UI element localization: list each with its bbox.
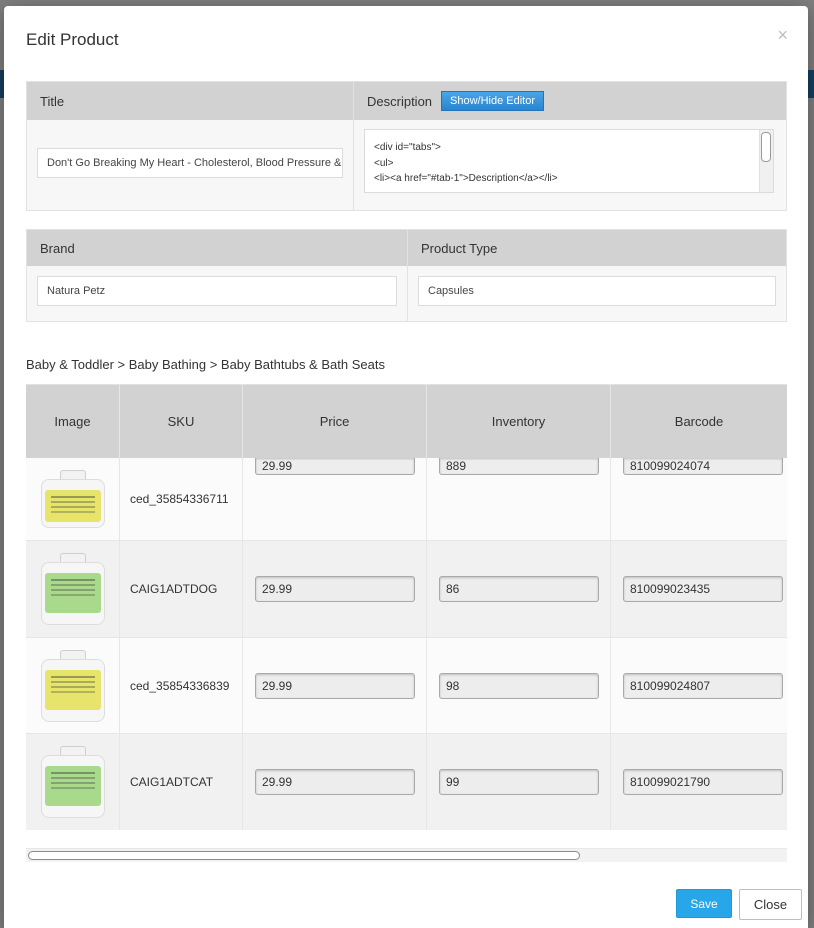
table-row: CAIG1ADTDOG 29.99 86 810099023435	[26, 541, 787, 638]
description-column-header: Description Show/Hide Editor	[354, 82, 786, 120]
details-panel: Title Description Show/Hide Editor Don't…	[26, 81, 787, 211]
description-label: Description	[367, 93, 433, 109]
price-input[interactable]: 29.99	[255, 672, 415, 699]
edit-product-modal: Edit Product × Title Description Show/Hi…	[4, 6, 808, 928]
brand-label: Brand	[40, 240, 75, 256]
category-breadcrumb: Baby & Toddler > Baby Bathing > Baby Bat…	[26, 357, 385, 372]
barcode-input[interactable]: 810099024074	[623, 458, 783, 475]
price-cell: 29.99	[243, 458, 427, 540]
details-header: Title Description Show/Hide Editor	[27, 82, 786, 120]
description-line: <li><a href="#tab-1">Description</a></li…	[374, 173, 558, 184]
inventory-cell: 99	[427, 734, 611, 830]
inventory-input[interactable]: 889	[439, 458, 599, 475]
variants-table-header: Image SKU Price Inventory Barcode	[26, 385, 787, 458]
variants-table-body: ced_35854336711 29.99 889 810099024074 C…	[26, 458, 787, 830]
barcode-cell: 810099024074	[611, 458, 787, 540]
variants-table: Image SKU Price Inventory Barcode ced_35…	[26, 384, 787, 830]
barcode-input[interactable]: 810099024807	[623, 672, 783, 699]
column-header-barcode: Barcode	[674, 414, 724, 429]
sku-text: ced_35854336711	[130, 492, 229, 506]
sku-cell: ced_35854336839	[120, 638, 243, 733]
details-body: Don't Go Breaking My Heart - Cholesterol…	[27, 120, 786, 210]
inventory-cell: 889	[427, 458, 611, 540]
product-type-cell: Capsules	[408, 266, 786, 321]
title-cell: Don't Go Breaking My Heart - Cholesterol…	[27, 120, 354, 210]
product-type-input[interactable]: Capsules	[418, 276, 776, 306]
product-image	[37, 553, 109, 625]
price-cell: 29.99	[243, 638, 427, 733]
barcode-input[interactable]: 810099023435	[623, 576, 783, 602]
sku-cell: CAIG1ADTDOG	[120, 541, 243, 637]
sku-cell: ced_35854336711	[120, 458, 243, 540]
column-header-sku: SKU	[120, 385, 243, 458]
save-button[interactable]: Save	[676, 889, 732, 918]
table-horizontal-scrollbar[interactable]	[26, 848, 787, 862]
inventory-cell: 86	[427, 541, 611, 637]
inventory-input[interactable]: 86	[439, 576, 599, 602]
close-button[interactable]: Close	[739, 889, 802, 920]
image-cell	[26, 458, 120, 540]
inventory-input[interactable]: 99	[439, 769, 599, 795]
show-hide-editor-button[interactable]: Show/Hide Editor	[441, 91, 545, 111]
title-label: Title	[40, 93, 65, 109]
column-header-inventory: Inventory	[427, 385, 611, 458]
product-image	[37, 470, 109, 528]
table-row: CAIG1ADTCAT 29.99 99 810099021790	[26, 734, 787, 830]
description-scrollbar[interactable]	[759, 130, 773, 192]
price-input[interactable]: 29.99	[255, 576, 415, 602]
title-column-header: Title	[27, 82, 354, 120]
description-line: <div id="tabs">	[374, 142, 441, 153]
barcode-input[interactable]: 810099021790	[623, 769, 783, 795]
product-image	[37, 649, 109, 722]
description-cell: <div id="tabs"> <ul> <li><a href="#tab-1…	[354, 120, 786, 210]
product-type-label: Product Type	[421, 240, 498, 256]
brand-cell: Natura Petz	[27, 266, 408, 321]
description-textarea[interactable]: <div id="tabs"> <ul> <li><a href="#tab-1…	[364, 129, 774, 193]
inventory-input[interactable]: 98	[439, 672, 599, 699]
brand-column-header: Brand	[27, 230, 408, 266]
attributes-header: Brand Product Type	[27, 230, 786, 266]
image-cell	[26, 541, 120, 637]
barcode-cell: 810099023435	[611, 541, 787, 637]
barcode-cell: 810099024807	[611, 638, 787, 733]
sku-text: CAIG1ADTCAT	[130, 775, 214, 789]
price-cell: 29.99	[243, 734, 427, 830]
attributes-panel: Brand Product Type Natura Petz Capsules	[26, 229, 787, 322]
image-cell	[26, 638, 120, 733]
barcode-cell: 810099021790	[611, 734, 787, 830]
table-row: ced_35854336839 29.99 98 810099024807	[26, 638, 787, 734]
brand-input[interactable]: Natura Petz	[37, 276, 397, 306]
price-input[interactable]: 29.99	[255, 769, 415, 795]
close-icon[interactable]: ×	[777, 26, 788, 44]
column-header-price: Price	[243, 385, 427, 458]
inventory-cell: 98	[427, 638, 611, 733]
sku-text: CAIG1ADTDOG	[130, 582, 218, 596]
price-input[interactable]: 29.99	[255, 458, 415, 475]
product-image	[37, 746, 109, 818]
title-input[interactable]: Don't Go Breaking My Heart - Cholesterol…	[37, 148, 343, 178]
product-type-column-header: Product Type	[408, 230, 786, 266]
table-row: ced_35854336711 29.99 889 810099024074	[26, 458, 787, 541]
price-cell: 29.99	[243, 541, 427, 637]
image-cell	[26, 734, 120, 830]
sku-text: ced_35854336839	[130, 678, 230, 693]
modal-title: Edit Product	[26, 30, 119, 49]
attributes-body: Natura Petz Capsules	[27, 266, 786, 321]
column-header-image: Image	[26, 385, 120, 458]
description-scroll-thumb[interactable]	[761, 132, 771, 162]
table-scroll-thumb[interactable]	[28, 851, 580, 860]
description-line: <ul>	[374, 157, 394, 169]
sku-cell: CAIG1ADTCAT	[120, 734, 243, 830]
